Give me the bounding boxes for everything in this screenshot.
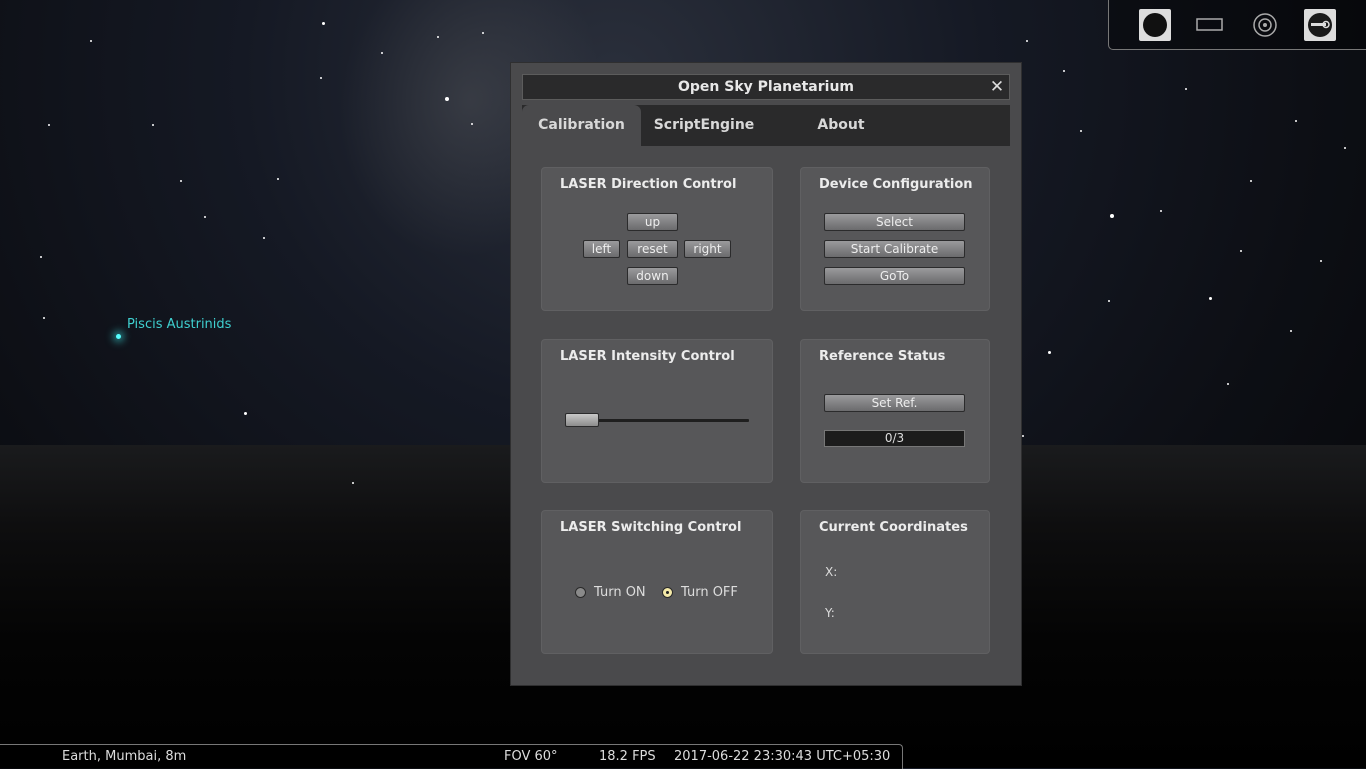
up-button[interactable]: up: [627, 213, 678, 231]
window-icon[interactable]: [1194, 9, 1226, 41]
close-icon[interactable]: ✕: [988, 78, 1006, 96]
turn-off-radio[interactable]: Turn OFF: [662, 585, 738, 600]
dialog-titlebar[interactable]: Open Sky Planetarium ✕: [522, 74, 1010, 100]
star: [1022, 435, 1024, 437]
goto-button[interactable]: GoTo: [824, 267, 965, 285]
star: [1290, 330, 1292, 332]
radio-checked-icon[interactable]: [662, 587, 673, 598]
tab-bar: Calibration ScriptEngine About: [522, 105, 1010, 146]
group-title: LASER Intensity Control: [560, 349, 735, 364]
star: [482, 32, 484, 34]
star: [1063, 70, 1065, 72]
star: [1250, 180, 1252, 182]
star: [1344, 147, 1346, 149]
laser-intensity-group: LASER Intensity Control: [541, 339, 773, 483]
star: [1209, 297, 1212, 300]
fps-text: 18.2 FPS: [599, 749, 656, 764]
tab-about[interactable]: About: [787, 105, 895, 146]
intensity-slider-handle[interactable]: [565, 413, 599, 427]
radio-unchecked-icon[interactable]: [575, 587, 586, 598]
turn-on-radio[interactable]: Turn ON: [575, 585, 646, 600]
reset-button[interactable]: reset: [627, 240, 678, 258]
star: [381, 52, 383, 54]
top-right-toolbar: [1108, 0, 1366, 50]
star: [43, 317, 45, 319]
moon-icon[interactable]: [1139, 9, 1171, 41]
star: [322, 22, 325, 25]
star: [320, 77, 322, 79]
star: [1048, 351, 1051, 354]
location-text[interactable]: Earth, Mumbai, 8m: [62, 749, 186, 764]
group-title: LASER Switching Control: [560, 520, 742, 535]
group-title: Reference Status: [819, 349, 946, 364]
star: [1080, 130, 1082, 132]
star: [152, 124, 154, 126]
group-title: LASER Direction Control: [560, 177, 737, 192]
target-icon[interactable]: [1249, 9, 1281, 41]
star: [277, 178, 279, 180]
down-button[interactable]: down: [627, 267, 678, 285]
plugin-dialog: Open Sky Planetarium ✕ Calibration Scrip…: [510, 62, 1022, 686]
star: [1240, 250, 1242, 252]
fov-text: FOV 60°: [504, 749, 558, 764]
device-config-group: Device Configuration Select Start Calibr…: [800, 167, 990, 311]
telescope-icon[interactable]: [1304, 9, 1336, 41]
star: [1227, 383, 1229, 385]
laser-direction-group: LASER Direction Control up left reset ri…: [541, 167, 773, 311]
reference-status-group: Reference Status Set Ref. 0/3: [800, 339, 990, 483]
left-button[interactable]: left: [583, 240, 620, 258]
star: [1320, 260, 1322, 262]
set-ref-button[interactable]: Set Ref.: [824, 394, 965, 412]
star: [1160, 210, 1162, 212]
star: [204, 216, 206, 218]
right-button[interactable]: right: [684, 240, 731, 258]
star: [1185, 88, 1187, 90]
star: [263, 237, 265, 239]
star: [90, 40, 92, 42]
star: [1110, 214, 1114, 218]
group-title: Current Coordinates: [819, 520, 968, 535]
star: [244, 412, 247, 415]
star: [445, 97, 449, 101]
laser-switching-group: LASER Switching Control Turn ON Turn OFF: [541, 510, 773, 654]
select-button[interactable]: Select: [824, 213, 965, 231]
star: [471, 123, 473, 125]
tab-calibration[interactable]: Calibration: [522, 105, 641, 146]
datetime-text[interactable]: 2017-06-22 23:30:43 UTC+05:30: [674, 749, 890, 764]
star: [352, 482, 354, 484]
dialog-title: Open Sky Planetarium: [677, 79, 855, 95]
turn-off-label: Turn OFF: [681, 585, 738, 600]
star: [1108, 300, 1110, 302]
bottom-status-bar: Earth, Mumbai, 8m FOV 60° 18.2 FPS 2017-…: [0, 744, 903, 769]
star: [40, 256, 42, 258]
group-title: Device Configuration: [819, 177, 973, 192]
turn-on-label: Turn ON: [594, 585, 646, 600]
start-calibrate-button[interactable]: Start Calibrate: [824, 240, 965, 258]
tab-scriptengine[interactable]: ScriptEngine: [646, 105, 762, 146]
x-coordinate-label: X:: [825, 565, 838, 579]
star: [1026, 40, 1028, 42]
star: [180, 180, 182, 182]
y-coordinate-label: Y:: [825, 606, 835, 620]
meteor-shower-label[interactable]: Piscis Austrinids: [127, 317, 231, 332]
coordinates-group: Current Coordinates X: Y:: [800, 510, 990, 654]
reference-progress-bar: 0/3: [824, 430, 965, 447]
star: [437, 36, 439, 38]
meteor-radiant-marker[interactable]: [116, 334, 121, 339]
star: [48, 124, 50, 126]
star: [1295, 120, 1297, 122]
